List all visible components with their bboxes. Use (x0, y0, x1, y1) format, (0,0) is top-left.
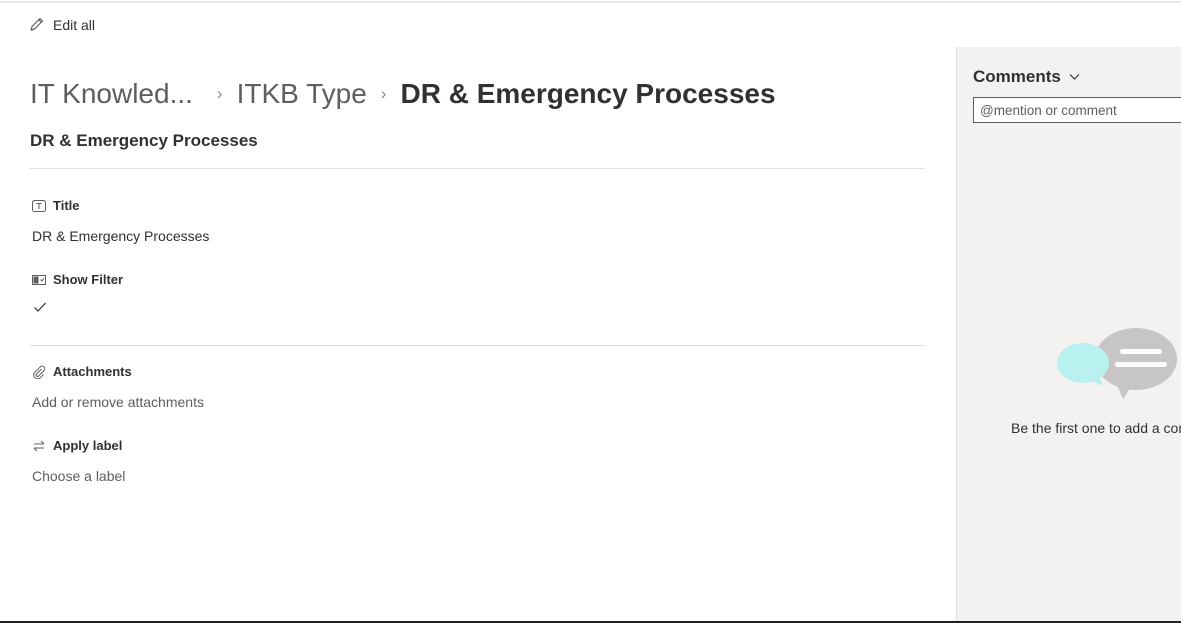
edit-all-label: Edit all (53, 16, 96, 33)
pencil-icon (30, 17, 44, 31)
divider (30, 345, 925, 346)
top-rule (0, 1, 1181, 3)
text-field-icon (32, 199, 46, 212)
breadcrumb-item-list[interactable]: IT Knowled... (30, 78, 193, 110)
field-label-apply-label: Apply label (32, 438, 122, 453)
chevron-down-icon (1069, 74, 1080, 80)
yes-no-field-icon (32, 274, 46, 285)
item-title: DR & Emergency Processes (30, 131, 258, 150)
breadcrumb-current: DR & Emergency Processes (400, 78, 776, 109)
breadcrumb-separator: › (216, 84, 223, 103)
breadcrumb-item-type[interactable]: ITKB Type (237, 78, 367, 110)
comments-panel: Comments Be the first one to add a comme… (956, 47, 1181, 621)
divider (30, 168, 925, 169)
swap-arrows-icon (33, 440, 45, 451)
comment-bubbles-illustration (1057, 328, 1177, 399)
field-label-attachments: Attachments (32, 364, 132, 379)
checkmark-icon (34, 302, 46, 312)
field-value-title[interactable]: DR & Emergency Processes (32, 228, 209, 244)
breadcrumb-separator: › (380, 84, 387, 103)
comment-input[interactable] (973, 97, 1181, 123)
choose-label-link[interactable]: Choose a label (32, 468, 125, 484)
attachments-link[interactable]: Add or remove attachments (32, 394, 204, 410)
edit-all-button[interactable]: Edit all (28, 16, 95, 33)
field-label-show-filter: Show Filter (32, 272, 123, 287)
comments-heading: Comments (973, 67, 1061, 86)
show-filter-value[interactable] (33, 300, 47, 319)
paperclip-icon (33, 365, 46, 379)
field-label-title: Title (32, 198, 80, 213)
breadcrumb: IT Knowled... › ITKB Type › DR & Emergen… (30, 78, 776, 110)
comments-toggle[interactable]: Comments (973, 67, 1080, 87)
comments-empty-message: Be the first one to add a comment (1011, 420, 1181, 436)
